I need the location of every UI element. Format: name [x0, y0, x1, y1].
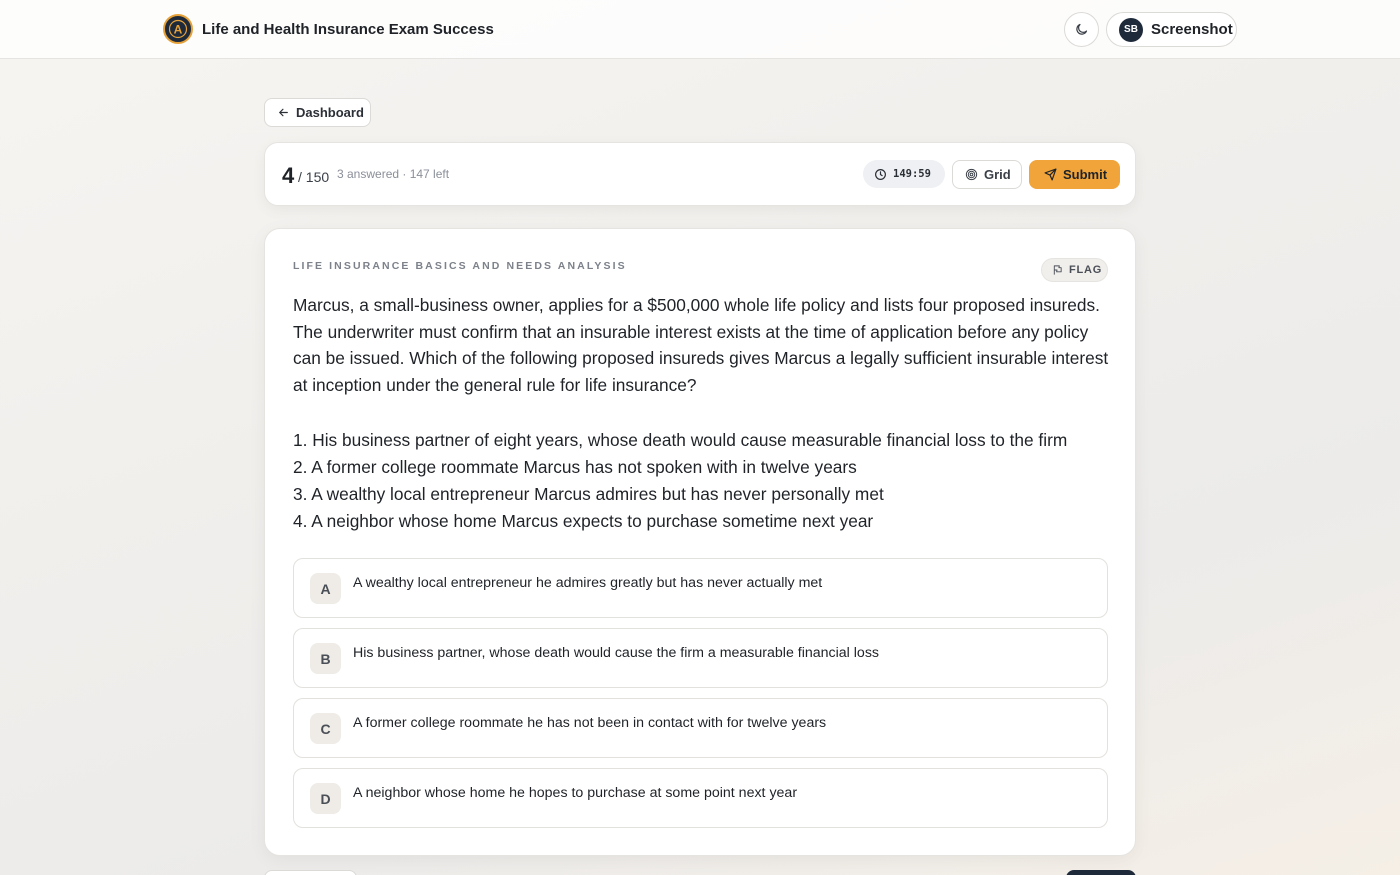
question-stem: Marcus, a small-business owner, applies …	[293, 295, 1109, 396]
next-button[interactable]	[1066, 870, 1136, 875]
option-letter: C	[310, 713, 341, 744]
progress-text: 3 answered · 147 left	[337, 167, 450, 181]
target-icon	[965, 168, 978, 181]
statement-item: 2. A former college roommate Marcus has …	[293, 457, 857, 477]
question-card: LIFE INSURANCE BASICS AND NEEDS ANALYSIS…	[264, 228, 1136, 856]
brand-logo: A	[163, 14, 193, 44]
logo-emblem-icon: A	[168, 19, 188, 39]
answer-option-b[interactable]: B His business partner, whose death woul…	[293, 628, 1108, 688]
clock-icon	[875, 168, 886, 180]
exam-status-bar: 4 / 150 3 answered · 147 left 149:59 Gri…	[264, 142, 1136, 206]
grid-label: Grid	[984, 167, 1011, 182]
option-text: A former college roommate he has not bee…	[353, 715, 827, 731]
timer-value: 149:59	[893, 168, 931, 180]
avatar: SB	[1119, 17, 1143, 42]
logo-letter: A	[174, 23, 183, 37]
option-text: A neighbor whose home he hopes to purcha…	[353, 785, 798, 801]
dashboard-back-button[interactable]: Dashboard	[264, 98, 371, 127]
flag-icon	[1053, 265, 1062, 275]
user-menu-button[interactable]: SB Screenshot	[1106, 12, 1237, 47]
flag-button[interactable]: FLAG	[1041, 258, 1108, 282]
statement-item: 1. His business partner of eight years, …	[293, 430, 1068, 450]
statement-list: 1. His business partner of eight years, …	[293, 427, 1113, 535]
user-name: Screenshot	[1151, 21, 1233, 38]
current-question-number: 4	[282, 163, 295, 188]
arrow-left-icon	[279, 108, 288, 117]
option-letter: B	[310, 643, 341, 674]
statement-item: 4. A neighbor whose home Marcus expects …	[293, 511, 874, 531]
brand[interactable]: A Life and Health Insurance Exam Success	[163, 14, 494, 44]
option-letter: D	[310, 783, 341, 814]
option-text: His business partner, whose death would …	[353, 645, 880, 661]
question-category: LIFE INSURANCE BASICS AND NEEDS ANALYSIS	[293, 260, 627, 272]
app-title: Life and Health Insurance Exam Success	[202, 20, 494, 38]
statement-item: 3. A wealthy local entrepreneur Marcus a…	[293, 484, 884, 504]
previous-button[interactable]	[264, 870, 357, 875]
answer-option-d[interactable]: D A neighbor whose home he hopes to purc…	[293, 768, 1108, 828]
theme-toggle-button[interactable]	[1064, 12, 1099, 47]
flag-label: FLAG	[1069, 264, 1103, 276]
option-letter: A	[310, 573, 341, 604]
option-text: A wealthy local entrepreneur he admires …	[353, 575, 823, 591]
top-bar: A Life and Health Insurance Exam Success…	[0, 0, 1400, 59]
moon-icon	[1076, 23, 1088, 35]
dashboard-label: Dashboard	[296, 105, 364, 120]
answer-option-c[interactable]: C A former college roommate he has not b…	[293, 698, 1108, 758]
submit-button[interactable]: Submit	[1029, 160, 1120, 189]
total-questions: / 150	[298, 169, 330, 185]
submit-label: Submit	[1063, 167, 1108, 182]
timer-badge: 149:59	[863, 160, 945, 188]
grid-button[interactable]: Grid	[952, 160, 1022, 189]
answer-option-a[interactable]: A A wealthy local entrepreneur he admire…	[293, 558, 1108, 618]
send-icon	[1044, 168, 1057, 181]
